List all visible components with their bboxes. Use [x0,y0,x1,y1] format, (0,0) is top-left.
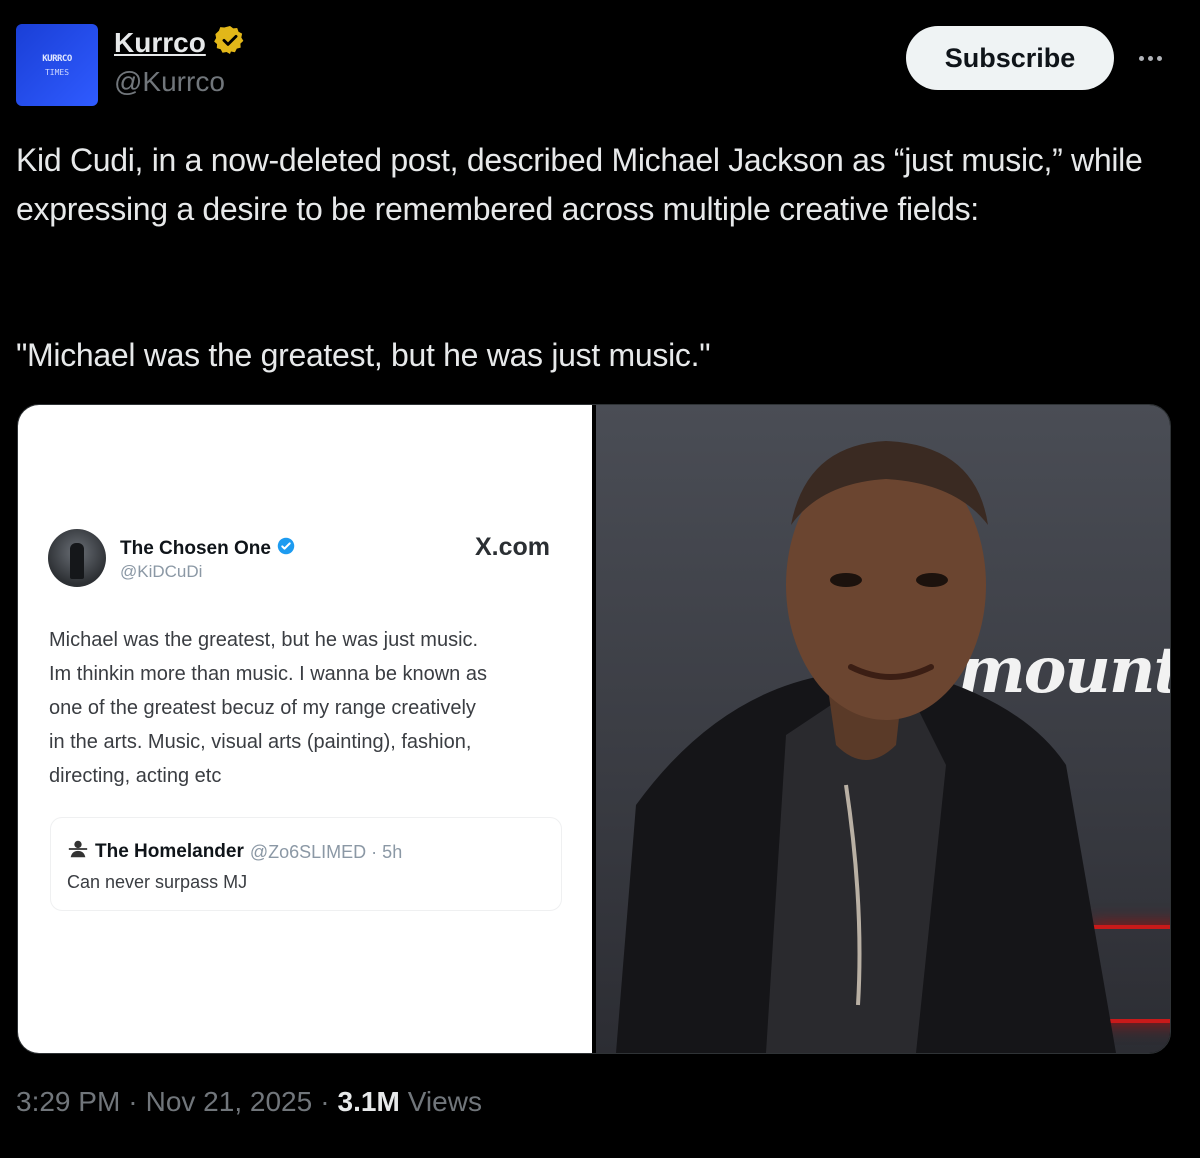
more-options-icon[interactable] [1130,40,1170,76]
screenshot-reply-header: The Homelander @Zo6SLIMED · 5h [67,838,402,866]
person-silhouette [616,441,1116,1053]
screenshot-reply-card: The Homelander @Zo6SLIMED · 5h Can never… [50,817,562,911]
screenshot-body-text: Michael was the greatest, but he was jus… [49,629,487,787]
author-avatar[interactable]: KURRCO TIMES [16,24,98,106]
footer-separator: · [128,1086,138,1117]
reply-meta: @Zo6SLIMED · 5h [249,841,403,862]
post-quote: "Michael was the greatest, but he was ju… [16,337,711,373]
views-count: 3.1M [337,1086,400,1117]
post-text: Kid Cudi, in a now-deleted post, describ… [16,142,1143,227]
author-display-name[interactable]: Kurrco [114,27,206,59]
reply-text: Can never surpass MJ [67,872,248,892]
verified-badge-icon [213,24,246,61]
avatar-logo-subtext: TIMES [44,68,70,77]
avatar-logo-text: KURRCO [42,54,72,64]
screenshot-author-row: The Chosen One [120,537,295,561]
screenshot-avatar [48,529,106,587]
screenshot-author-handle: @KiDCuDi [120,562,203,581]
footer-separator-2: · [320,1086,330,1117]
reply-avatar-icon [67,838,89,866]
tweet-screenshot-image[interactable]: The Chosen One @KiDCuDi X.com Michael wa… [18,405,592,1053]
screenshot-source-label: X.com [474,533,550,561]
subscribe-button[interactable]: Subscribe [906,26,1114,90]
screenshot-author-name: The Chosen One [120,538,271,559]
post-time[interactable]: 3:29 PM [16,1086,120,1118]
screenshot-verified-icon [277,537,295,561]
author-handle[interactable]: @Kurrco [114,66,225,98]
reply-author-name: The Homelander [95,841,244,862]
views-label: Views [407,1086,482,1117]
post-footer: 3:29 PM · Nov 21, 2025 · 3.1M Views [16,1086,482,1118]
post-media[interactable]: The Chosen One @KiDCuDi X.com Michael wa… [17,404,1171,1054]
post-date[interactable]: Nov 21, 2025 [146,1086,313,1118]
portrait-photo[interactable]: mount [596,405,1170,1053]
author-name-row: Kurrco [114,24,246,61]
